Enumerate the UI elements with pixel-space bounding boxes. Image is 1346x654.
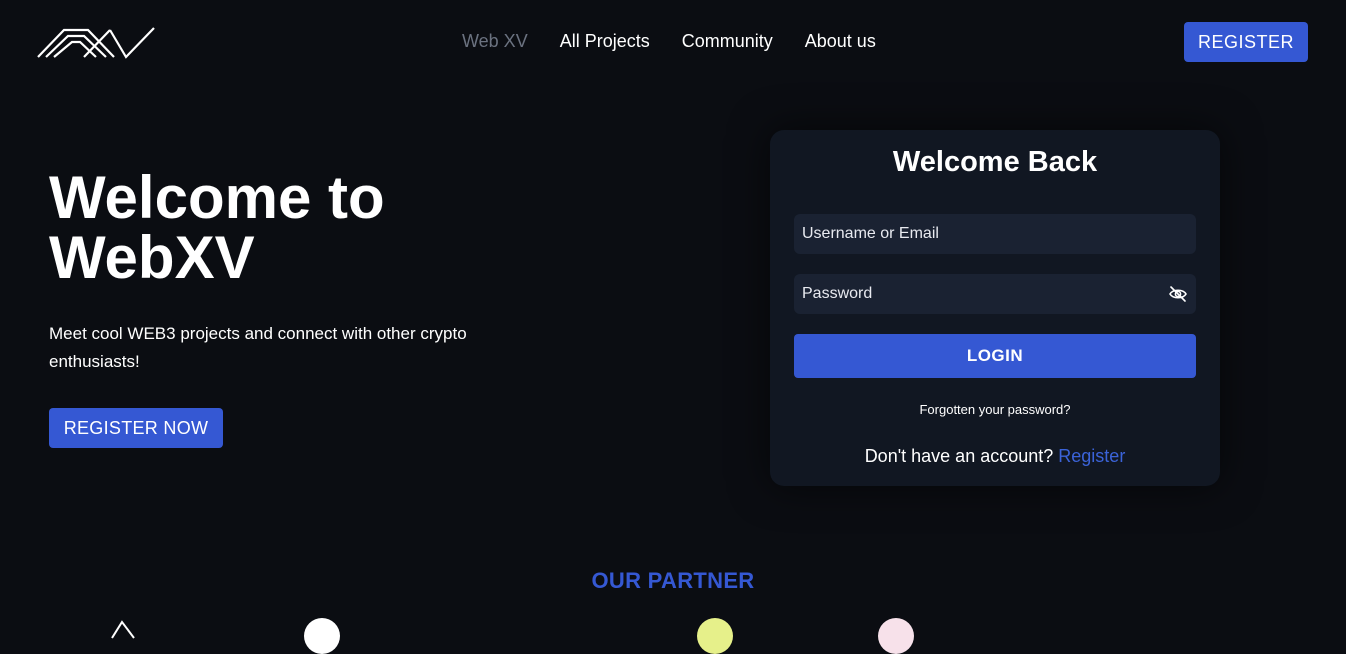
register-now-button[interactable]: REGISTER NOW [49,408,223,448]
nav-item-web-xv[interactable]: Web XV [462,31,528,52]
hero-title-line2: WebXV [49,224,255,291]
password-input[interactable] [794,274,1196,314]
partner-logo-2 [304,618,340,654]
password-field-wrapper [794,274,1196,314]
signup-prompt: Don't have an account? Register [770,446,1220,467]
webxv-logo[interactable] [36,24,156,60]
main-nav: Web XV All Projects Community About us [462,31,876,52]
nav-item-all-projects[interactable]: All Projects [560,31,650,52]
eye-slash-icon[interactable] [1168,284,1188,304]
nav-item-about-us[interactable]: About us [805,31,876,52]
login-title: Welcome Back [892,146,1098,178]
partner-logo-4 [878,618,914,654]
partner-logo-1 [111,620,135,639]
hero-title-line1: Welcome to [49,164,385,231]
username-input[interactable] [794,214,1196,254]
nav-item-community[interactable]: Community [682,31,773,52]
username-field-wrapper [794,214,1196,254]
forgot-password-link[interactable]: Forgotten your password? [770,402,1220,417]
login-button[interactable]: LOGIN [794,334,1196,378]
hero-subtitle: Meet cool WEB3 projects and connect with… [49,324,467,371]
partner-section-title: OUR PARTNER [591,568,755,593]
partner-logo-3 [697,618,733,654]
register-link[interactable]: Register [1058,446,1125,466]
no-account-text: Don't have an account? [864,446,1054,466]
register-button[interactable]: REGISTER [1184,22,1308,62]
login-card: Welcome Back LOGIN Forgotten your passwo… [770,130,1220,486]
hero-title: Welcome to WebXV [49,168,385,288]
